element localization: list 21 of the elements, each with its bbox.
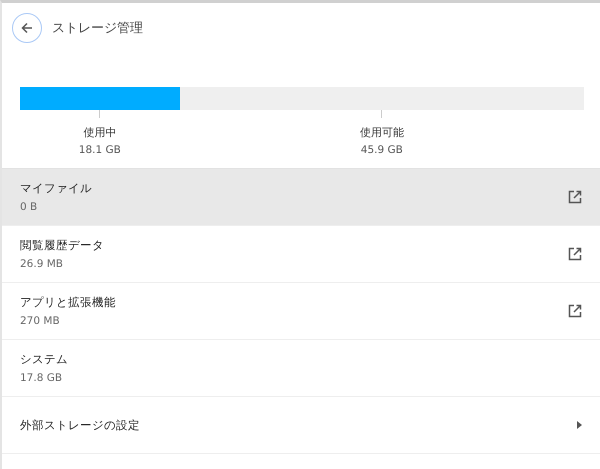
row-title: アプリと拡張機能 xyxy=(20,295,117,310)
back-arrow-icon xyxy=(21,22,33,34)
used-label: 使用中 xyxy=(83,125,116,140)
storage-row[interactable]: マイファイル 0 B xyxy=(2,169,600,226)
available-value: 45.9 GB xyxy=(360,144,403,156)
row-size: 26.9 MB xyxy=(20,258,64,270)
available-label: 使用可能 xyxy=(360,125,404,140)
row-size: 0 B xyxy=(20,201,38,213)
external-link-icon xyxy=(568,304,582,318)
row-title: 外部ストレージの設定 xyxy=(20,418,141,432)
row-title: マイファイル xyxy=(20,181,93,196)
row-size: 17.8 GB xyxy=(20,372,64,384)
row-title: システム xyxy=(20,352,69,367)
back-button[interactable] xyxy=(12,13,42,43)
page-title: ストレージ管理 xyxy=(52,20,143,37)
caret-icon xyxy=(577,421,582,429)
row-title: 閲覧履歴データ xyxy=(20,238,105,253)
external-link-icon xyxy=(568,247,582,261)
used-value: 18.1 GB xyxy=(78,144,121,156)
row-size: 270 MB xyxy=(20,315,61,327)
external-link-icon xyxy=(568,190,582,204)
